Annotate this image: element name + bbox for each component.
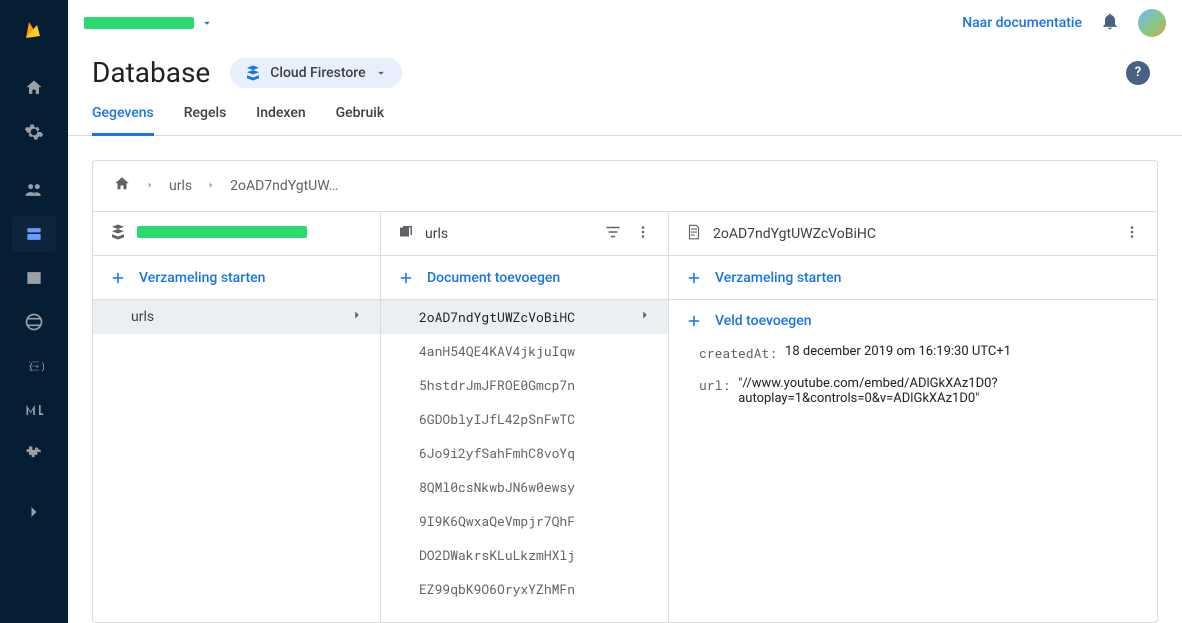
document-row[interactable]: EZ99qbK9O6OryxYZhMFn <box>381 572 668 606</box>
field-createdAt[interactable]: createdAt 18 december 2019 om 16:19:30 U… <box>699 344 1137 362</box>
main: Naar documentatie Database Cloud Firesto… <box>68 0 1182 623</box>
functions-icon[interactable]: (·) <box>12 348 56 384</box>
detail-column: 2oAD7ndYgtUWZcVoBiHC Verzameling starten <box>669 212 1157 622</box>
firestore-icon <box>109 223 127 245</box>
document-icon <box>685 223 703 245</box>
bell-icon[interactable] <box>1100 11 1120 35</box>
database-icon[interactable] <box>12 216 56 252</box>
document-row[interactable]: 4anH54QE4KAV4jkjuIqw <box>381 334 668 368</box>
docs-header: urls <box>381 212 668 256</box>
db-type-selector[interactable]: Cloud Firestore <box>230 58 401 88</box>
root-title <box>137 226 364 242</box>
firestore-icon <box>244 64 262 82</box>
caret-down-icon <box>374 66 388 80</box>
caret-down-icon <box>200 16 214 30</box>
document-row[interactable]: 6Jo9i2yfSahFmhC8voYq <box>381 436 668 470</box>
chevron-right-icon <box>350 308 364 326</box>
start-collection-button[interactable]: Verzameling starten <box>93 256 380 300</box>
more-vert-icon[interactable] <box>634 223 652 245</box>
detail-header: 2oAD7ndYgtUWZcVoBiHC <box>669 212 1157 256</box>
action-label: Verzameling starten <box>715 270 841 286</box>
gear-icon[interactable] <box>12 114 56 150</box>
tabs: Gegevens Regels Indexen Gebruik <box>68 97 1182 136</box>
chevron-right-icon <box>145 178 155 194</box>
chevron-right-icon <box>206 178 216 194</box>
page-title: Database <box>92 56 210 89</box>
document-row[interactable]: DO2DWakrsKLuLkzmHXlj <box>381 538 668 572</box>
document-row[interactable]: 6GDOblyIJfL42pSnFwTC <box>381 402 668 436</box>
more-vert-icon[interactable] <box>1123 223 1141 245</box>
document-row[interactable]: 5hstdrJmJFROE0Gmcp7n <box>381 368 668 402</box>
svg-text:(·): (·) <box>28 362 44 373</box>
add-field-button[interactable]: Veld toevoegen <box>685 312 1137 330</box>
explorer-wrap: urls 2oAD7ndYgtUW… <box>68 136 1182 623</box>
data-explorer: urls 2oAD7ndYgtUW… <box>92 160 1158 623</box>
extensions-icon[interactable] <box>12 436 56 472</box>
detail-body: Veld toevoegen createdAt 18 december 201… <box>669 300 1157 622</box>
add-field-label: Veld toevoegen <box>715 313 812 329</box>
storage-icon[interactable] <box>12 260 56 296</box>
firebase-logo[interactable] <box>12 12 56 48</box>
tab-data[interactable]: Gegevens <box>92 97 154 136</box>
ml-icon[interactable] <box>12 392 56 428</box>
columns: Verzameling starten urls <box>93 212 1157 622</box>
tab-indexes[interactable]: Indexen <box>256 97 305 136</box>
root-list: urls <box>93 300 380 622</box>
plus-icon <box>685 312 703 330</box>
tab-rules[interactable]: Regels <box>184 97 227 136</box>
plus-icon <box>685 269 703 287</box>
collection-icon <box>397 223 415 245</box>
collection-row[interactable]: urls <box>93 300 380 334</box>
documents-column: urls Document toevoegen <box>381 212 669 622</box>
avatar[interactable] <box>1138 9 1166 37</box>
project-selector[interactable] <box>84 16 214 30</box>
sidebar: (·) <box>0 0 68 623</box>
filter-icon[interactable] <box>604 223 622 245</box>
document-row[interactable]: 2oAD7ndYgtUWZcVoBiHC <box>381 300 668 334</box>
title-row: Database Cloud Firestore ? <box>68 46 1182 97</box>
breadcrumb-document[interactable]: 2oAD7ndYgtUW… <box>230 178 338 194</box>
db-type-label: Cloud Firestore <box>270 65 365 81</box>
document-row[interactable]: 8QMl0csNkwbJN6w0ewsy <box>381 470 668 504</box>
hosting-icon[interactable] <box>12 304 56 340</box>
home-icon[interactable] <box>113 175 131 197</box>
root-column: Verzameling starten urls <box>93 212 381 622</box>
plus-icon <box>397 269 415 287</box>
breadcrumb: urls 2oAD7ndYgtUW… <box>93 161 1157 212</box>
root-header <box>93 212 380 256</box>
action-label: Document toevoegen <box>427 270 560 286</box>
document-row[interactable]: 9I9K6QwxaQeVmpjr7QhF <box>381 504 668 538</box>
home-icon[interactable] <box>12 70 56 106</box>
plus-icon <box>109 269 127 287</box>
docs-title: urls <box>425 226 594 242</box>
start-subcollection-button[interactable]: Verzameling starten <box>669 256 1157 300</box>
breadcrumb-collection[interactable]: urls <box>169 178 192 194</box>
add-document-button[interactable]: Document toevoegen <box>381 256 668 300</box>
chevron-right-icon[interactable] <box>12 494 56 530</box>
project-name-redacted <box>84 17 194 29</box>
detail-title: 2oAD7ndYgtUWZcVoBiHC <box>713 226 1113 242</box>
header-right: Naar documentatie <box>962 9 1166 37</box>
help-icon[interactable]: ? <box>1126 61 1150 85</box>
action-label: Verzameling starten <box>139 270 265 286</box>
field-url[interactable]: url //www.youtube.com/embed/ADlGkXAz1D0?… <box>699 376 1137 406</box>
docs-list: 2oAD7ndYgtUWZcVoBiHC 4anH54QE4KAV4jkjuIq… <box>381 300 668 622</box>
documentation-link[interactable]: Naar documentatie <box>962 15 1082 31</box>
users-icon[interactable] <box>12 172 56 208</box>
tab-usage[interactable]: Gebruik <box>336 97 385 136</box>
header: Naar documentatie <box>68 0 1182 46</box>
chevron-right-icon <box>638 308 652 326</box>
